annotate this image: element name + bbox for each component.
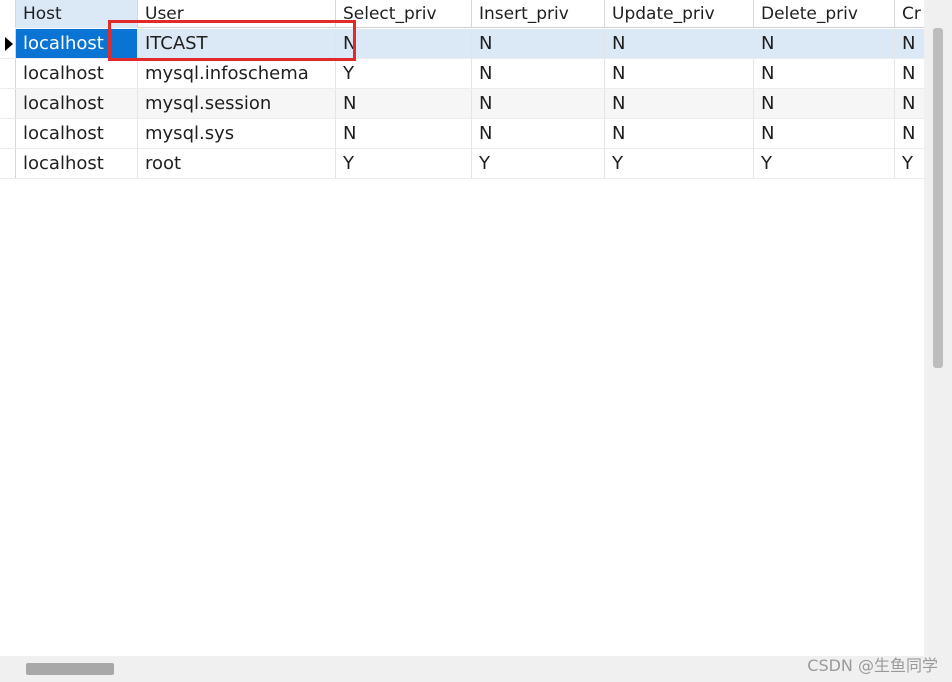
cell-host[interactable]: localhost [16,149,138,178]
column-header-create-priv[interactable]: Cr [895,0,924,28]
row-indicator[interactable] [0,29,16,58]
table-row[interactable]: localhost root Y Y Y Y Y [0,149,924,179]
cell-select-priv[interactable]: N [336,89,472,118]
cell-update-priv[interactable]: N [605,89,754,118]
row-indicator[interactable] [0,89,16,118]
cell-user[interactable]: mysql.infoschema [138,59,336,88]
table-row[interactable]: localhost mysql.session N N N N N [0,89,924,119]
cell-select-priv[interactable]: N [336,119,472,148]
table-row[interactable]: localhost mysql.infoschema Y N N N N [0,59,924,89]
cell-delete-priv[interactable]: N [754,59,895,88]
column-header-user[interactable]: User [138,0,336,28]
cell-create-priv[interactable]: N [895,59,924,88]
cell-user[interactable]: mysql.sys [138,119,336,148]
column-header-host[interactable]: Host [16,0,138,28]
cell-select-priv[interactable]: Y [336,149,472,178]
column-header-delete-priv[interactable]: Delete_priv [754,0,895,28]
cell-delete-priv[interactable]: Y [754,149,895,178]
cell-select-priv[interactable]: Y [336,59,472,88]
cell-create-priv[interactable]: N [895,119,924,148]
cell-create-priv[interactable]: N [895,89,924,118]
row-indicator[interactable] [0,119,16,148]
cell-user[interactable]: root [138,149,336,178]
cell-user[interactable]: mysql.session [138,89,336,118]
cell-host[interactable]: localhost [16,59,138,88]
cell-select-priv[interactable]: N [336,29,472,58]
cell-update-priv[interactable]: N [605,59,754,88]
cell-host[interactable]: localhost [16,89,138,118]
cell-update-priv[interactable]: N [605,119,754,148]
current-row-arrow-icon [5,37,13,51]
cell-user[interactable]: ITCAST [138,29,336,58]
cell-create-priv[interactable]: N [895,29,924,58]
cell-update-priv[interactable]: Y [605,149,754,178]
column-header-select-priv[interactable]: Select_priv [336,0,472,28]
cell-delete-priv[interactable]: N [754,29,895,58]
cell-delete-priv[interactable]: N [754,89,895,118]
column-header-insert-priv[interactable]: Insert_priv [472,0,605,28]
table-row[interactable]: localhost ITCAST N N N N N [0,29,924,59]
cell-insert-priv[interactable]: N [472,29,605,58]
cell-create-priv[interactable]: Y [895,149,924,178]
row-indicator[interactable] [0,149,16,178]
vertical-scroll-thumb[interactable] [933,28,943,368]
vertical-scrollbar[interactable] [924,0,952,656]
header-corner [0,0,16,28]
cell-insert-priv[interactable]: N [472,119,605,148]
column-header-update-priv[interactable]: Update_priv [605,0,754,28]
data-grid[interactable]: Host User Select_priv Insert_priv Update… [0,0,952,682]
cell-insert-priv[interactable]: Y [472,149,605,178]
cell-host[interactable]: localhost [16,119,138,148]
cell-insert-priv[interactable]: N [472,59,605,88]
row-indicator[interactable] [0,59,16,88]
cell-delete-priv[interactable]: N [754,119,895,148]
cell-host[interactable]: localhost [16,29,138,58]
horizontal-scroll-thumb[interactable] [26,663,114,675]
column-header-row: Host User Select_priv Insert_priv Update… [0,0,924,28]
table-row[interactable]: localhost mysql.sys N N N N N [0,119,924,149]
watermark: CSDN @生鱼同学 [807,656,938,675]
cell-update-priv[interactable]: N [605,29,754,58]
cell-insert-priv[interactable]: N [472,89,605,118]
